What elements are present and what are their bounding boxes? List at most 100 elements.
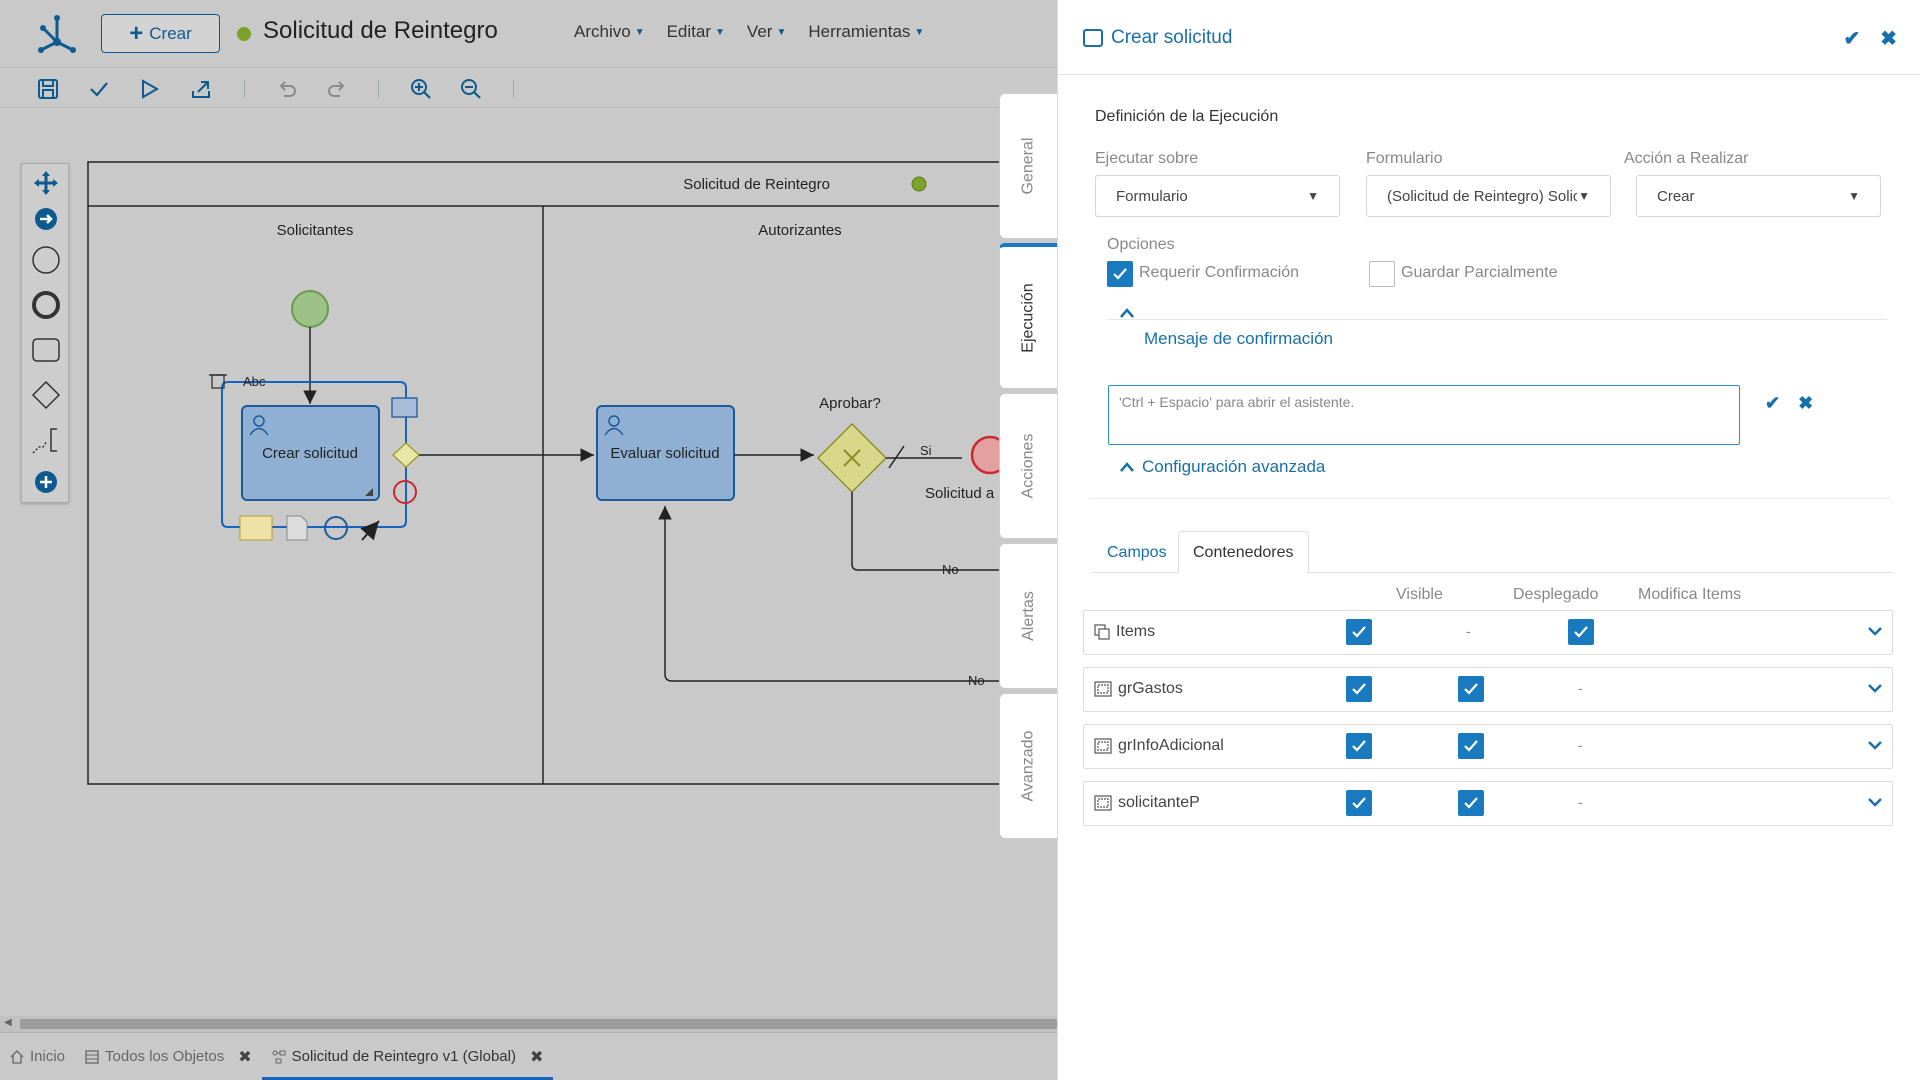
cancel-x-icon[interactable]: ✖ (1798, 393, 1813, 414)
modifica-items-value: - (1578, 737, 1583, 753)
start-event[interactable] (291, 290, 329, 328)
visible-checkbox[interactable] (1346, 676, 1372, 702)
chevron-down-icon: ▼ (1848, 189, 1860, 203)
desplegado-checkbox[interactable] (1458, 790, 1484, 816)
ejecutar-sobre-select[interactable]: Formulario ▼ (1095, 175, 1340, 217)
tab-inicio[interactable]: Inicio (0, 1033, 75, 1080)
save-icon[interactable] (35, 76, 61, 102)
config-avanzada-toggle[interactable]: Configuración avanzada (1120, 457, 1325, 477)
desplegado-checkbox[interactable] (1458, 733, 1484, 759)
zoom-in-icon[interactable] (408, 76, 434, 102)
vtab-alertas[interactable]: Alertas (999, 543, 1057, 689)
column-visible: Visible (1396, 586, 1443, 603)
table-row[interactable]: Items - (1083, 610, 1893, 655)
run-play-icon[interactable] (136, 76, 162, 102)
desplegado-value: - (1466, 623, 1471, 639)
close-icon[interactable]: ✖ (1880, 26, 1897, 51)
append-document-icon[interactable] (286, 515, 308, 541)
chevron-down-icon: ▼ (634, 26, 645, 38)
visible-checkbox[interactable] (1346, 733, 1372, 759)
confirm-check-icon[interactable]: ✔ (1843, 26, 1860, 51)
column-desplegado: Desplegado (1513, 586, 1599, 603)
vtab-avanzado[interactable]: Avanzado (999, 693, 1057, 839)
menu-ver[interactable]: Ver ▼ (747, 22, 786, 42)
close-icon[interactable]: ✖ (530, 1047, 543, 1067)
bpmn-editor: + Crear Solicitud de Reintegro Archivo ▼ … (0, 0, 1057, 1080)
flow-label-no: No (968, 673, 985, 688)
visible-checkbox[interactable] (1346, 619, 1372, 645)
chevron-down-icon: ▼ (1578, 189, 1590, 203)
group-container-icon (1094, 795, 1112, 811)
row-name: grInfoAdicional (1094, 737, 1224, 755)
chevron-down-icon[interactable] (1868, 737, 1882, 753)
chevron-down-icon[interactable] (1868, 794, 1882, 810)
mensaje-confirmacion-title[interactable]: Mensaje de confirmación (1144, 329, 1333, 349)
ejecutar-sobre-label: Ejecutar sobre (1095, 150, 1199, 167)
chevron-down-icon[interactable] (1868, 680, 1882, 696)
divider (1090, 498, 1890, 499)
menu-archivo[interactable]: Archivo ▼ (574, 22, 645, 42)
vtab-ejecucion[interactable]: Ejecución (999, 243, 1057, 389)
table-row[interactable]: solicitanteP - (1083, 781, 1893, 826)
guardar-parcialmente-label: Guardar Parcialmente (1401, 264, 1558, 281)
validate-check-icon[interactable] (86, 76, 112, 102)
diagram-icon (272, 1050, 286, 1063)
scrollbar-thumb[interactable] (20, 1019, 1057, 1029)
page-title: Solicitud de Reintegro (263, 17, 498, 44)
accion-select[interactable]: Crear ▼ (1636, 175, 1881, 217)
accept-check-icon[interactable]: ✔ (1765, 393, 1780, 414)
mensaje-confirmacion-toggle[interactable] (1120, 308, 1134, 318)
vtab-acciones[interactable]: Acciones (999, 393, 1057, 539)
redo-icon[interactable] (324, 76, 350, 102)
panel-title: Crear solicitud (1083, 27, 1232, 49)
modifica-items-value: - (1578, 794, 1583, 810)
menu-editar[interactable]: Editar ▼ (667, 22, 725, 42)
list-icon (85, 1049, 99, 1064)
accion-label: Acción a Realizar (1624, 150, 1749, 167)
create-button[interactable]: + Crear (101, 14, 220, 53)
tab-contenedores[interactable]: Contenedores (1178, 531, 1309, 574)
flow-label-no: No (942, 562, 959, 577)
vtab-general[interactable]: General (999, 93, 1057, 239)
tab-solicitud-de-reintegro[interactable]: Solicitud de Reintegro v1 (Global) ✖ (261, 1033, 554, 1080)
append-task-icon[interactable] (391, 397, 418, 418)
pool[interactable] (87, 161, 1057, 785)
app-logo-icon[interactable] (35, 12, 79, 56)
diagram-canvas[interactable]: Solicitud de Reintegro Solicitantes Auto… (0, 108, 1057, 1016)
close-icon[interactable]: ✖ (238, 1047, 251, 1067)
menu-herramientas[interactable]: Herramientas ▼ (808, 22, 924, 42)
properties-panel: Crear solicitud ✔ ✖ Definición de la Eje… (1057, 0, 1920, 1080)
confirmation-message-textarea[interactable]: 'Ctrl + Espacio' para abrir el asistente… (1108, 385, 1740, 445)
horizontal-scrollbar[interactable]: ◀ (0, 1016, 1057, 1032)
opciones-label: Opciones (1107, 236, 1175, 253)
undo-icon[interactable] (274, 76, 300, 102)
requerir-confirmacion-checkbox[interactable] (1107, 261, 1133, 287)
task-label: Evaluar solicitud (610, 445, 719, 462)
chevron-down-icon: ▼ (914, 26, 925, 38)
chevron-down-icon: ▼ (1307, 189, 1319, 203)
desplegado-checkbox[interactable] (1458, 676, 1484, 702)
visible-checkbox[interactable] (1346, 790, 1372, 816)
label-tool[interactable]: Abc (243, 374, 266, 389)
requerir-confirmacion-label: Requerir Confirmación (1139, 264, 1300, 281)
tab-campos[interactable]: Campos (1093, 531, 1181, 574)
chevron-down-icon[interactable] (1868, 623, 1882, 639)
chevron-down-icon: ▼ (715, 26, 725, 38)
zoom-out-icon[interactable] (458, 76, 484, 102)
tab-todos-los-objetos[interactable]: Todos los Objetos ✖ (75, 1033, 262, 1080)
top-bar: + Crear Solicitud de Reintegro Archivo ▼ … (0, 0, 1057, 68)
lane-label-autorizantes: Autorizantes (758, 222, 841, 239)
pool-title: Solicitud de Reintegro (683, 176, 830, 193)
main-menu: Archivo ▼ Editar ▼ Ver ▼ Herramientas ▼ (574, 22, 924, 42)
formulario-select[interactable]: (Solicitud de Reintegro) Solic ▼ (1366, 175, 1611, 217)
table-row[interactable]: grGastos - (1083, 667, 1893, 712)
guardar-parcialmente-checkbox[interactable] (1369, 261, 1395, 287)
table-row[interactable]: grInfoAdicional - (1083, 724, 1893, 769)
append-data-object-icon[interactable] (239, 515, 273, 541)
copy-list-icon (1094, 624, 1110, 640)
properties-vertical-tabs: General Ejecución Acciones Alertas Avanz… (999, 93, 1057, 843)
modifica-items-checkbox[interactable] (1568, 619, 1594, 645)
export-icon[interactable] (188, 76, 214, 102)
scroll-left-icon[interactable]: ◀ (4, 1017, 12, 1028)
modifica-items-value: - (1578, 680, 1583, 696)
